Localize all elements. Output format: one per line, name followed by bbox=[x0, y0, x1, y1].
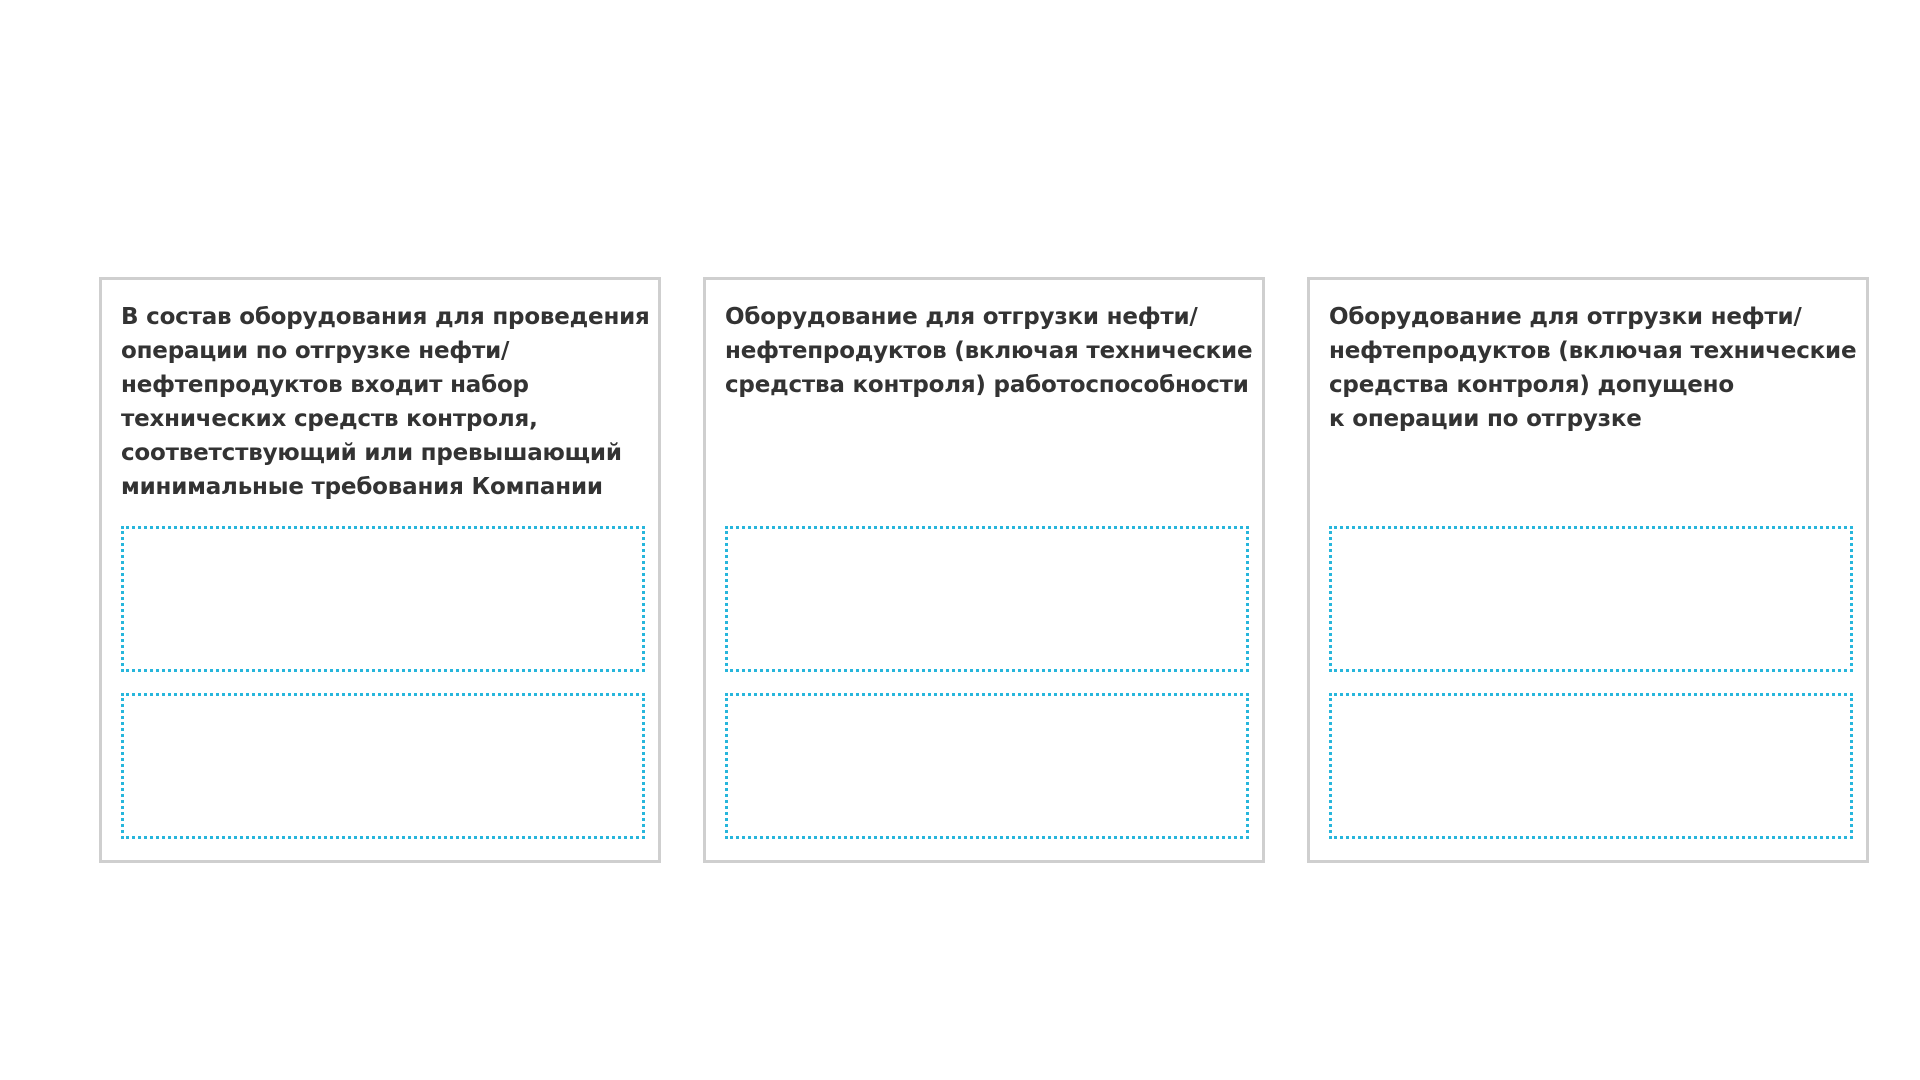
statement-card-2: Оборудование для отгрузки нефти/ нефтепр… bbox=[703, 277, 1265, 863]
statement-card-text: В состав оборудования для проведения опе… bbox=[121, 304, 650, 500]
statement-card-text: Оборудование для отгрузки нефти/ нефтепр… bbox=[725, 304, 1253, 398]
statement-card-text: Оборудование для отгрузки нефти/ нефтепр… bbox=[1329, 304, 1857, 432]
answer-dropzone-bottom[interactable] bbox=[121, 693, 645, 839]
answer-dropzone-top[interactable] bbox=[121, 526, 645, 672]
answer-dropzone-top[interactable] bbox=[725, 526, 1249, 672]
answer-dropzone-bottom[interactable] bbox=[1329, 693, 1853, 839]
statement-card-3: Оборудование для отгрузки нефти/ нефтепр… bbox=[1307, 277, 1869, 863]
statement-card-1: В состав оборудования для проведения опе… bbox=[99, 277, 661, 863]
answer-dropzone-top[interactable] bbox=[1329, 526, 1853, 672]
answer-dropzone-bottom[interactable] bbox=[725, 693, 1249, 839]
